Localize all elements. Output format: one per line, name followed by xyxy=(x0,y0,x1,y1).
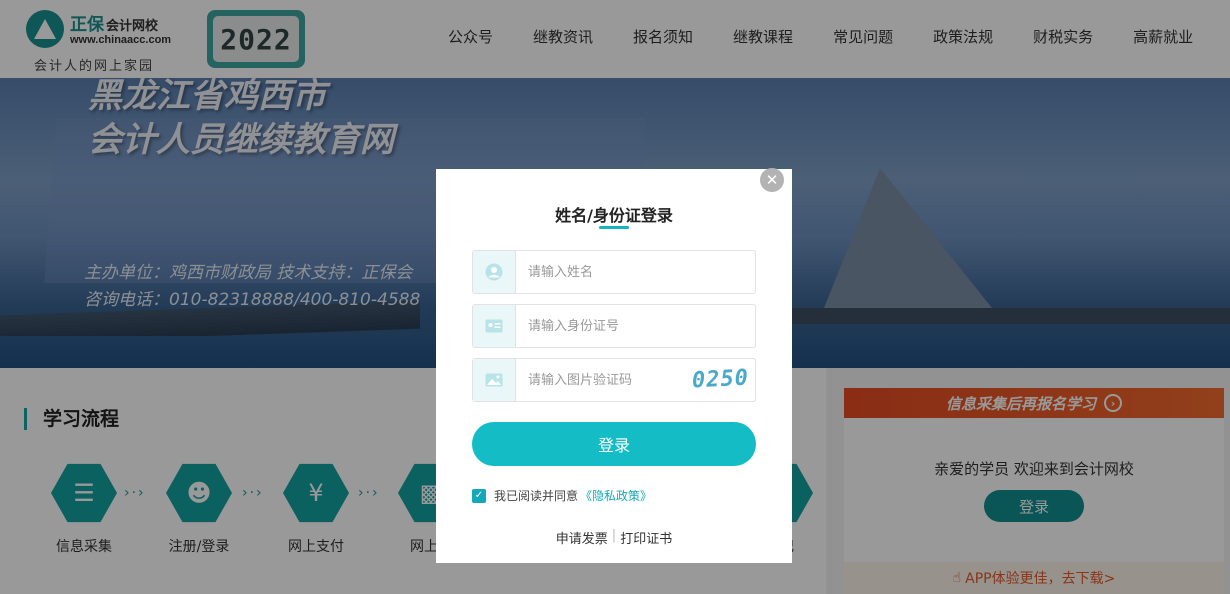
name-field xyxy=(472,250,756,294)
privacy-agreement: ✓ 我已阅读并同意 《隐私政策》 xyxy=(472,487,652,504)
captcha-image[interactable]: 0250 xyxy=(691,366,749,394)
agree-text: 我已阅读并同意 xyxy=(494,489,579,503)
title-underline xyxy=(599,226,629,229)
captcha-input[interactable] xyxy=(516,360,676,400)
name-input[interactable] xyxy=(516,252,676,292)
image-icon xyxy=(473,359,516,401)
invoice-link[interactable]: 申请发票 xyxy=(556,528,608,547)
id-input[interactable] xyxy=(516,306,676,346)
privacy-policy-link[interactable]: 《隐私政策》 xyxy=(580,487,652,504)
id-field xyxy=(472,304,756,348)
login-modal: 姓名/身份证登录 0250 登录 ✓ 我已阅读并同意 《隐私政策》 申请发票 |… xyxy=(436,169,792,563)
modal-title: 姓名/身份证登录 xyxy=(555,206,673,225)
login-button[interactable]: 登录 xyxy=(472,422,756,466)
link-separator: | xyxy=(611,528,617,543)
print-certificate-link[interactable]: 打印证书 xyxy=(620,528,672,547)
modal-footer-links: 申请发票 | 打印证书 xyxy=(436,528,792,547)
agree-checkbox[interactable]: ✓ xyxy=(472,488,486,503)
close-icon[interactable]: ✕ xyxy=(760,168,784,192)
user-icon xyxy=(473,251,516,293)
captcha-field: 0250 xyxy=(472,358,756,402)
id-card-icon xyxy=(473,305,516,347)
